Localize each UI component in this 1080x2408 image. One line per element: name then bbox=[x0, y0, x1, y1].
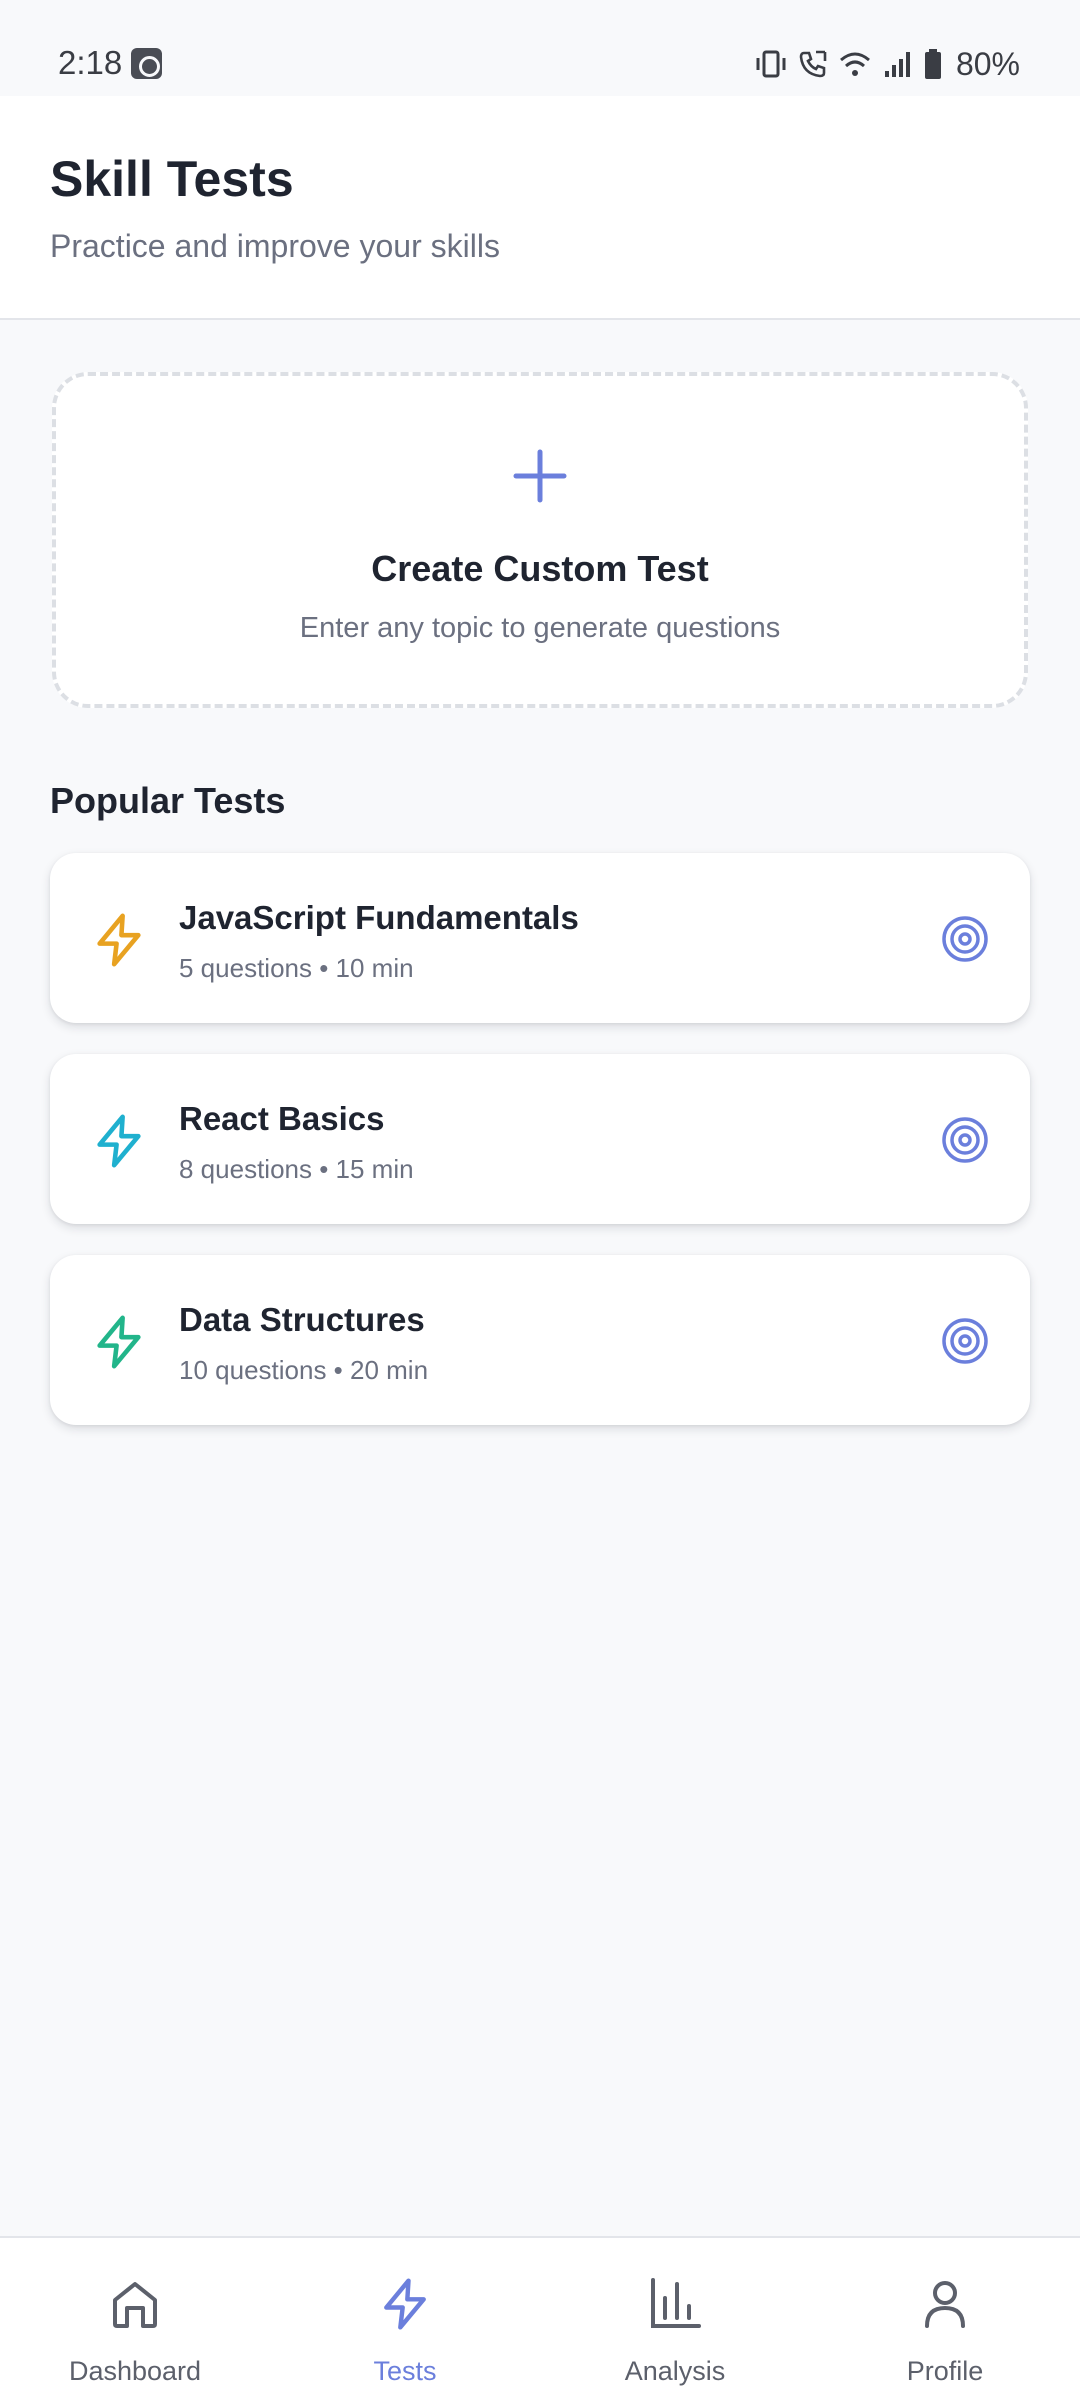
app-notification-icon bbox=[131, 48, 162, 79]
test-name: JavaScript Fundamentals bbox=[179, 899, 579, 936]
bar-chart-icon bbox=[651, 2278, 701, 2328]
nav-label-tests: Tests bbox=[373, 2356, 437, 2386]
target-icon bbox=[942, 1318, 988, 1364]
nav-item-profile[interactable]: Profile bbox=[810, 2238, 1080, 2408]
create-custom-test-subtitle: Enter any topic to generate questions bbox=[299, 612, 781, 644]
lightning-icon bbox=[97, 1114, 141, 1168]
nav-item-tests[interactable]: Tests bbox=[270, 2238, 540, 2408]
create-custom-test-card[interactable] bbox=[52, 372, 1028, 708]
status-time: 2:18 bbox=[58, 44, 123, 81]
nav-label-dashboard: Dashboard bbox=[68, 2356, 202, 2386]
nav-item-dashboard[interactable]: Dashboard bbox=[0, 2238, 270, 2408]
nav-label-profile: Profile bbox=[906, 2356, 984, 2386]
bottom-navigation: Dashboard Tests Analysis Profile bbox=[0, 2236, 1080, 2408]
signal-icon bbox=[884, 52, 910, 77]
plus-icon bbox=[513, 449, 567, 503]
target-icon bbox=[942, 916, 988, 962]
test-card-javascript-fundamentals[interactable]: JavaScript Fundamentals 5 questions • 10… bbox=[50, 853, 1030, 1023]
nav-item-analysis[interactable]: Analysis bbox=[540, 2238, 810, 2408]
lightning-icon bbox=[384, 2278, 426, 2330]
battery-icon bbox=[924, 49, 941, 79]
lightning-icon bbox=[97, 913, 141, 967]
home-icon bbox=[113, 2282, 157, 2328]
battery-percentage: 80% bbox=[955, 45, 1020, 82]
nav-label-analysis: Analysis bbox=[624, 2356, 726, 2386]
test-card-data-structures[interactable]: Data Structures 10 questions • 20 min bbox=[50, 1255, 1030, 1425]
page-subtitle: Practice and improve your skills bbox=[50, 228, 500, 264]
test-name: React Basics bbox=[179, 1100, 385, 1137]
page-header: Skill Tests Practice and improve your sk… bbox=[0, 96, 1080, 320]
skill-tests-screen: 2:18 80% Skill Tests Practice and improv… bbox=[0, 0, 1080, 2408]
status-icons: 80% bbox=[754, 46, 1020, 82]
test-name: Data Structures bbox=[179, 1301, 425, 1338]
person-icon bbox=[925, 2281, 965, 2328]
test-meta: 5 questions • 10 min bbox=[179, 953, 414, 983]
call-icon bbox=[799, 50, 827, 78]
lightning-icon bbox=[97, 1315, 141, 1369]
create-custom-test-title: Create Custom Test bbox=[371, 548, 709, 589]
target-icon bbox=[942, 1117, 988, 1163]
test-meta: 8 questions • 15 min bbox=[179, 1154, 414, 1184]
test-meta: 10 questions • 20 min bbox=[179, 1355, 429, 1385]
page-title: Skill Tests bbox=[50, 151, 294, 207]
wifi-icon bbox=[839, 52, 870, 76]
status-bar: 2:18 80% bbox=[0, 0, 1080, 96]
popular-tests-heading: Popular Tests bbox=[50, 780, 286, 821]
vibrate-icon bbox=[756, 50, 786, 78]
test-card-react-basics[interactable]: React Basics 8 questions • 15 min bbox=[50, 1054, 1030, 1224]
